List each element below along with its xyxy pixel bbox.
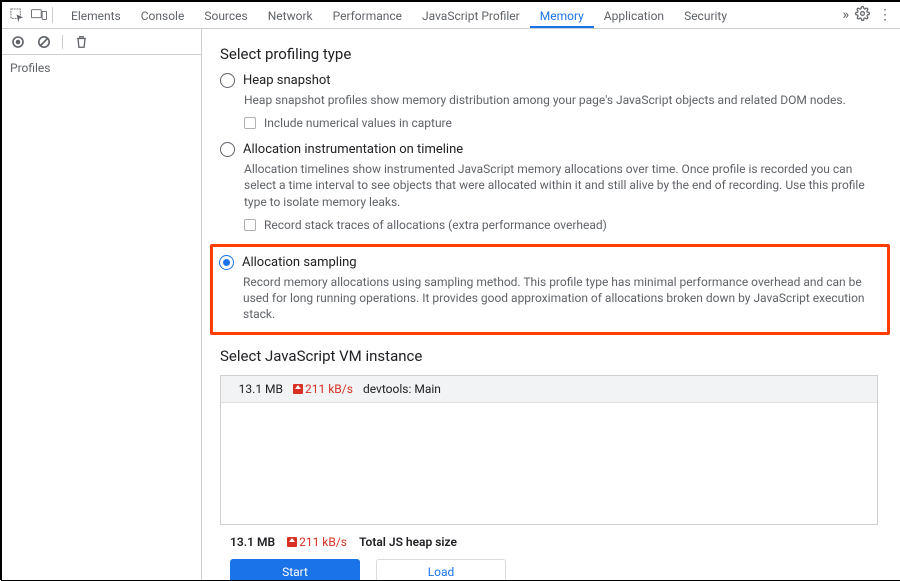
heap-rate: 211 kB/s: [287, 535, 347, 549]
option-heap-snapshot: Heap snapshot Heap snapshot profiles sho…: [220, 73, 878, 130]
option-label: Allocation sampling: [242, 255, 357, 270]
upload-arrow-icon: [287, 537, 297, 547]
option-desc: Allocation timelines show instrumented J…: [244, 161, 878, 210]
option-label: Allocation instrumentation on timeline: [243, 142, 463, 157]
vm-instance-list: 13.1 MB 211 kB/s devtools: Main: [220, 375, 878, 525]
subcheck-label: Record stack traces of allocations (extr…: [264, 218, 607, 232]
option-allocation-timeline: Allocation instrumentation on timeline A…: [220, 142, 878, 232]
panel-tabs: Elements Console Sources Network Perform…: [61, 3, 842, 28]
profiling-type-title: Select profiling type: [220, 45, 878, 63]
tab-memory[interactable]: Memory: [530, 3, 594, 28]
radio-heap-snapshot[interactable]: [220, 73, 235, 88]
radio-allocation-timeline[interactable]: [220, 142, 235, 157]
vm-rate: 211 kB/s: [293, 382, 353, 396]
heap-summary: 13.1 MB 211 kB/s Total JS heap size: [220, 525, 878, 549]
tab-js-profiler[interactable]: JavaScript Profiler: [412, 3, 530, 28]
sidebar-heading: Profiles: [2, 55, 201, 81]
heap-size: 13.1 MB: [230, 535, 275, 549]
tab-application[interactable]: Application: [594, 3, 674, 28]
option-label: Heap snapshot: [243, 73, 331, 88]
heap-label: Total JS heap size: [359, 535, 457, 549]
vm-name: devtools: Main: [363, 382, 441, 396]
delete-icon[interactable]: [73, 34, 89, 50]
heap-rate-value: 211 kB/s: [299, 535, 347, 549]
subcheck-label: Include numerical values in capture: [264, 116, 452, 130]
overflow-tabs-icon[interactable]: »: [842, 7, 847, 23]
tab-sources[interactable]: Sources: [194, 3, 257, 28]
devtools-tabstrip: Elements Console Sources Network Perform…: [2, 2, 900, 29]
divider: [62, 35, 63, 49]
checkbox-icon[interactable]: [244, 219, 256, 231]
vm-instance-row[interactable]: 13.1 MB 211 kB/s devtools: Main: [221, 376, 877, 403]
subcheck-numerical-values[interactable]: Include numerical values in capture: [244, 116, 878, 130]
load-button[interactable]: Load: [376, 559, 506, 580]
sidebar-toolbar: [2, 29, 201, 55]
tab-security[interactable]: Security: [674, 3, 737, 28]
highlighted-option-box: Allocation sampling Record memory alloca…: [210, 244, 890, 336]
option-allocation-sampling: Allocation sampling Record memory alloca…: [219, 255, 877, 323]
checkbox-icon[interactable]: [244, 117, 256, 129]
option-desc: Heap snapshot profiles show memory distr…: [244, 92, 878, 108]
device-toolbar-icon[interactable]: [28, 4, 50, 26]
tab-elements[interactable]: Elements: [61, 3, 131, 28]
vm-size: 13.1 MB: [231, 382, 283, 396]
vm-rate-value: 211 kB/s: [305, 382, 353, 396]
tab-network[interactable]: Network: [258, 3, 323, 28]
divider: [52, 7, 53, 23]
radio-allocation-sampling[interactable]: [219, 255, 234, 270]
memory-panel: Select profiling type Heap snapshot Heap…: [202, 29, 900, 580]
action-buttons: Start Load: [220, 549, 878, 580]
tab-performance[interactable]: Performance: [323, 3, 412, 28]
clear-icon[interactable]: [36, 34, 52, 50]
start-button[interactable]: Start: [230, 559, 360, 580]
tab-console[interactable]: Console: [131, 3, 195, 28]
inspect-element-icon[interactable]: [6, 4, 28, 26]
vm-instance-title: Select JavaScript VM instance: [220, 347, 878, 365]
subcheck-stack-traces[interactable]: Record stack traces of allocations (extr…: [244, 218, 878, 232]
record-icon[interactable]: [10, 34, 26, 50]
profiles-sidebar: Profiles: [2, 29, 202, 580]
upload-arrow-icon: [293, 384, 303, 394]
settings-gear-icon[interactable]: [855, 6, 870, 24]
option-desc: Record memory allocations using sampling…: [243, 274, 877, 323]
